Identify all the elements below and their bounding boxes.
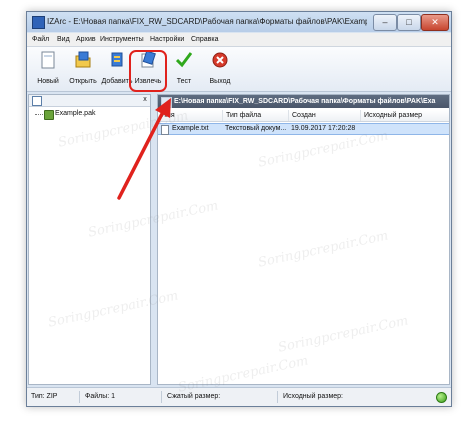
toolbar: Новый Открыть Добавить Извлечь Тест Выхо… (27, 47, 451, 92)
file-type: Текстовый докум... (225, 125, 287, 132)
status-compressed: Сжатый размер: (167, 393, 221, 400)
red-arrow-annotation (117, 98, 171, 200)
status-type: Тип: ZIP (31, 393, 58, 400)
menu-tools[interactable]: Инструменты (100, 34, 144, 45)
status-files: Файлы: 1 (85, 393, 116, 400)
izarc-app-icon (32, 16, 45, 29)
window-title: IZArc - E:\Новая папка\FIX_RW_SDCARD\Раб… (47, 17, 367, 26)
column-created[interactable]: Создан (288, 110, 360, 121)
test-button[interactable]: Тест (167, 49, 201, 89)
menu-file[interactable]: Файл (32, 34, 49, 45)
path-bar: E:\Новая папка\FIX_RW_SDCARD\Рабочая пап… (158, 95, 449, 108)
extract-highlight-box (129, 50, 167, 92)
menu-help[interactable]: Справка (191, 34, 218, 45)
status-separator (161, 391, 162, 403)
column-size[interactable]: Исходный размер (360, 110, 449, 121)
file-created: 19.09.2017 17:20:28 (291, 125, 356, 132)
current-path: E:\Новая папка\FIX_RW_SDCARD\Рабочая пап… (174, 98, 436, 105)
status-bar: Тип: ZIP Файлы: 1 Сжатый размер: Исходны… (27, 387, 451, 406)
new-archive-icon (41, 51, 55, 69)
open-button[interactable]: Открыть (66, 49, 100, 89)
file-row[interactable]: Example.txt Текстовый докум... 19.09.201… (158, 123, 449, 135)
status-separator (277, 391, 278, 403)
status-separator (79, 391, 80, 403)
exit-button[interactable]: Выход (203, 49, 237, 89)
title-bar: IZArc - E:\Новая папка\FIX_RW_SDCARD\Раб… (27, 12, 451, 32)
menu-archive[interactable]: Архив (76, 34, 96, 45)
open-folder-icon (75, 51, 91, 68)
checkmark-icon (176, 52, 192, 68)
exit-icon (212, 52, 228, 68)
add-files-icon (111, 52, 123, 67)
maximize-button[interactable]: □ (397, 14, 421, 31)
archive-icon (44, 110, 54, 120)
status-indicator-icon (436, 392, 447, 403)
status-original: Исходный размер: (283, 393, 343, 400)
exit-label: Выход (209, 78, 231, 85)
menu-view[interactable]: Вид (57, 34, 70, 45)
new-button[interactable]: Новый (31, 49, 65, 89)
tree-connector (35, 114, 43, 115)
tree-item-label: Example.pak (55, 110, 96, 117)
minimize-button[interactable]: – (373, 14, 397, 31)
column-type[interactable]: Тип файла (222, 110, 288, 121)
close-button[interactable]: ✕ (421, 14, 449, 31)
menu-settings[interactable]: Настройки (150, 34, 184, 45)
column-header: Имя Тип файла Создан Исходный размер (158, 110, 449, 122)
menu-bar: Файл Вид Архив Инструменты Настройки Спр… (27, 33, 451, 47)
folder-up-icon[interactable] (32, 96, 42, 106)
izarc-window: IZArc - E:\Новая папка\FIX_RW_SDCARD\Раб… (26, 11, 452, 407)
